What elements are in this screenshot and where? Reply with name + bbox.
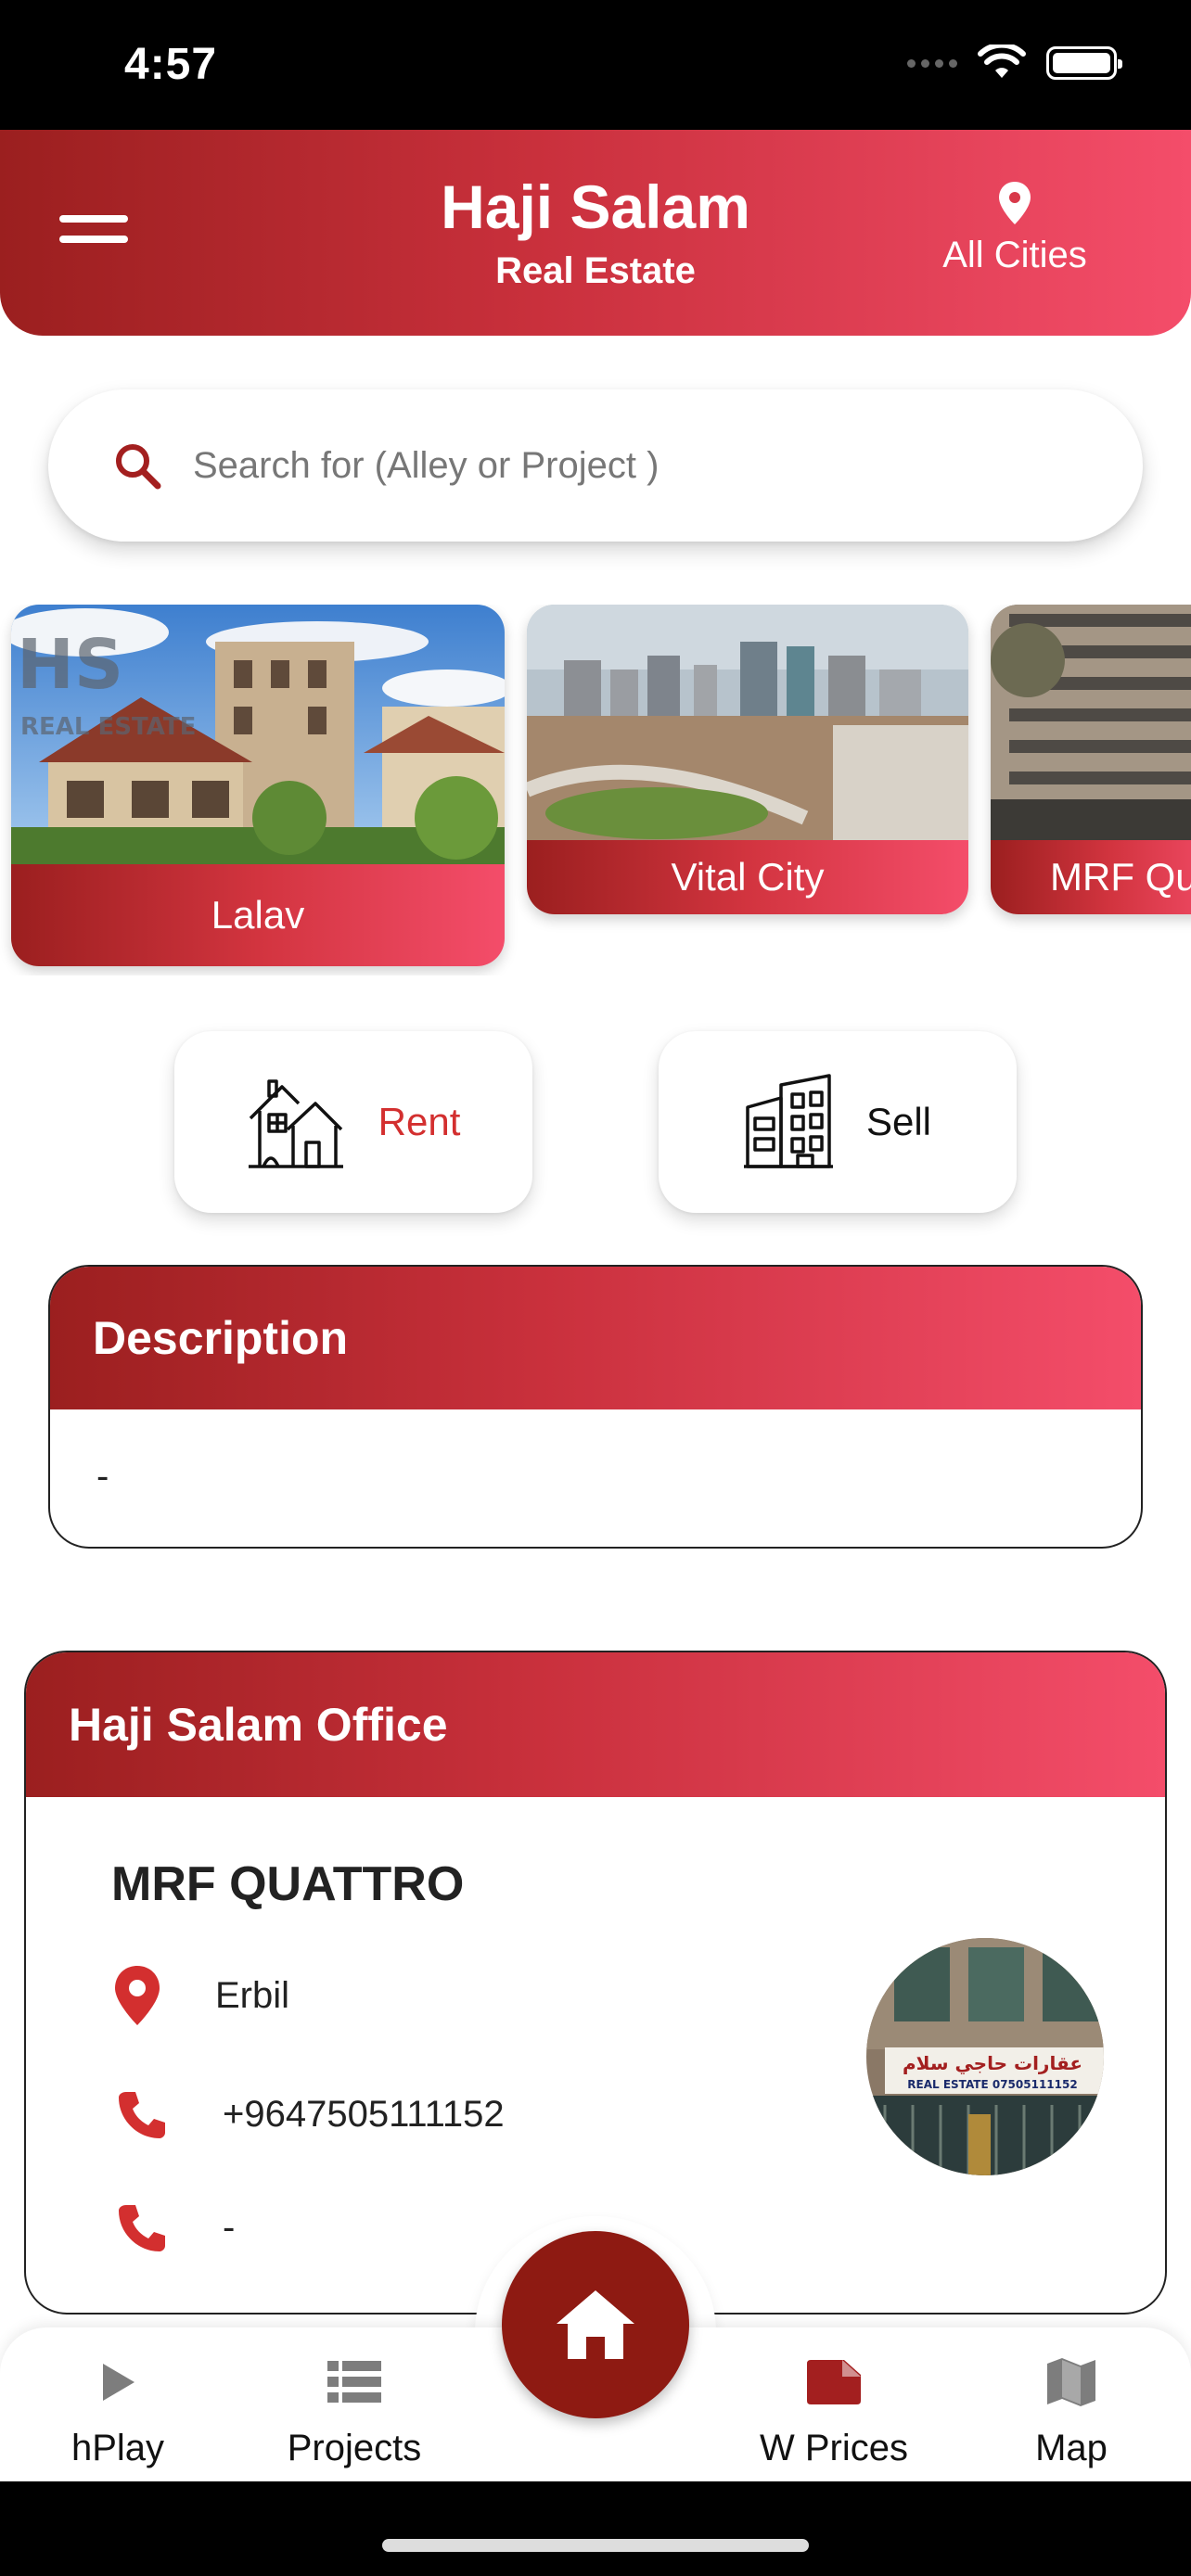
project-card-label: Lalav	[11, 864, 505, 966]
home-icon	[557, 2290, 634, 2359]
nav-w-prices-label: W Prices	[760, 2428, 908, 2468]
search-bar[interactable]	[48, 389, 1143, 542]
project-card-vital-city[interactable]: Vital City	[527, 605, 968, 914]
nav-w-prices[interactable]: W Prices	[746, 2350, 922, 2469]
office-name: MRF QUATTRO	[111, 1857, 465, 1911]
phone-icon	[119, 2092, 165, 2138]
nav-hplay[interactable]: hPlay	[46, 2350, 189, 2469]
nav-map-label: Map	[1035, 2428, 1108, 2468]
nav-projects-label: Projects	[287, 2428, 422, 2468]
cellular-signal-icon	[907, 58, 957, 68]
city-label: All Cities	[942, 235, 1087, 275]
project-card-mrf-quattro[interactable]: MRF Qua	[991, 605, 1191, 914]
phone-icon	[119, 2205, 165, 2251]
svg-text:REAL ESTATE: REAL ESTATE	[20, 713, 196, 741]
nav-hplay-label: hPlay	[70, 2428, 165, 2468]
status-time: 4:57	[124, 40, 218, 89]
office-heading: Haji Salam Office	[26, 1652, 1165, 1797]
nav-projects[interactable]: Projects	[275, 2350, 434, 2469]
project-image: HS REAL ESTATE	[11, 605, 505, 874]
office-city: Erbil	[215, 1974, 290, 2016]
description-text: -	[96, 1456, 109, 1497]
app-header: Haji Salam Real Estate All Cities	[0, 130, 1191, 336]
home-indicator[interactable]	[382, 2539, 809, 2552]
sell-label: Sell	[865, 1100, 932, 1143]
location-pin-icon	[999, 182, 1031, 224]
svg-text:HS: HS	[17, 625, 123, 705]
office-sign-latin: REAL ESTATE 07505111152	[907, 2078, 1077, 2091]
project-image	[527, 605, 968, 840]
office-photo: عقارات حاجي سلام REAL ESTATE 07505111152	[866, 1938, 1104, 2175]
project-carousel[interactable]: HS REAL ESTATE Lalav Vital City MRF Qu	[0, 605, 1191, 976]
search-input[interactable]	[193, 444, 1028, 487]
office-panel: Haji Salam Office MRF QUATTRO Erbil +964…	[24, 1651, 1167, 2315]
description-panel: Description -	[48, 1265, 1143, 1549]
project-image	[991, 605, 1191, 840]
tag-icon	[807, 2360, 861, 2404]
wifi-icon	[978, 45, 1026, 78]
project-card-lalav[interactable]: HS REAL ESTATE Lalav	[11, 605, 505, 966]
project-card-label: Vital City	[527, 840, 968, 914]
description-heading: Description	[50, 1267, 1141, 1409]
office-phone-row-2[interactable]: -	[115, 2201, 235, 2253]
city-selector[interactable]: All Cities	[931, 182, 1098, 276]
office-phone-row[interactable]: +9647505111152	[115, 2088, 505, 2140]
map-icon	[1047, 2358, 1095, 2406]
project-card-label: MRF Qua	[991, 840, 1191, 914]
building-icon	[743, 1074, 833, 1168]
location-pin-icon	[115, 1966, 160, 2025]
nav-map[interactable]: Map	[1020, 2350, 1122, 2469]
list-icon	[327, 2361, 381, 2403]
home-button[interactable]	[502, 2231, 689, 2418]
office-sign-arabic: عقارات حاجي سلام	[903, 2052, 1082, 2075]
office-phone-2[interactable]: -	[223, 2207, 235, 2249]
office-phone[interactable]: +9647505111152	[223, 2094, 505, 2136]
search-icon	[116, 444, 161, 490]
office-city-row: Erbil	[115, 1966, 289, 2025]
status-bar: 4:57	[0, 0, 1191, 130]
rent-button[interactable]: Rent	[174, 1031, 532, 1213]
home-indicator-area	[0, 2481, 1191, 2576]
battery-icon	[1046, 46, 1122, 80]
play-icon	[103, 2364, 134, 2401]
house-icon	[248, 1079, 343, 1168]
status-icons	[907, 45, 1122, 82]
rent-label: Rent	[378, 1100, 461, 1143]
sell-button[interactable]: Sell	[659, 1031, 1017, 1213]
